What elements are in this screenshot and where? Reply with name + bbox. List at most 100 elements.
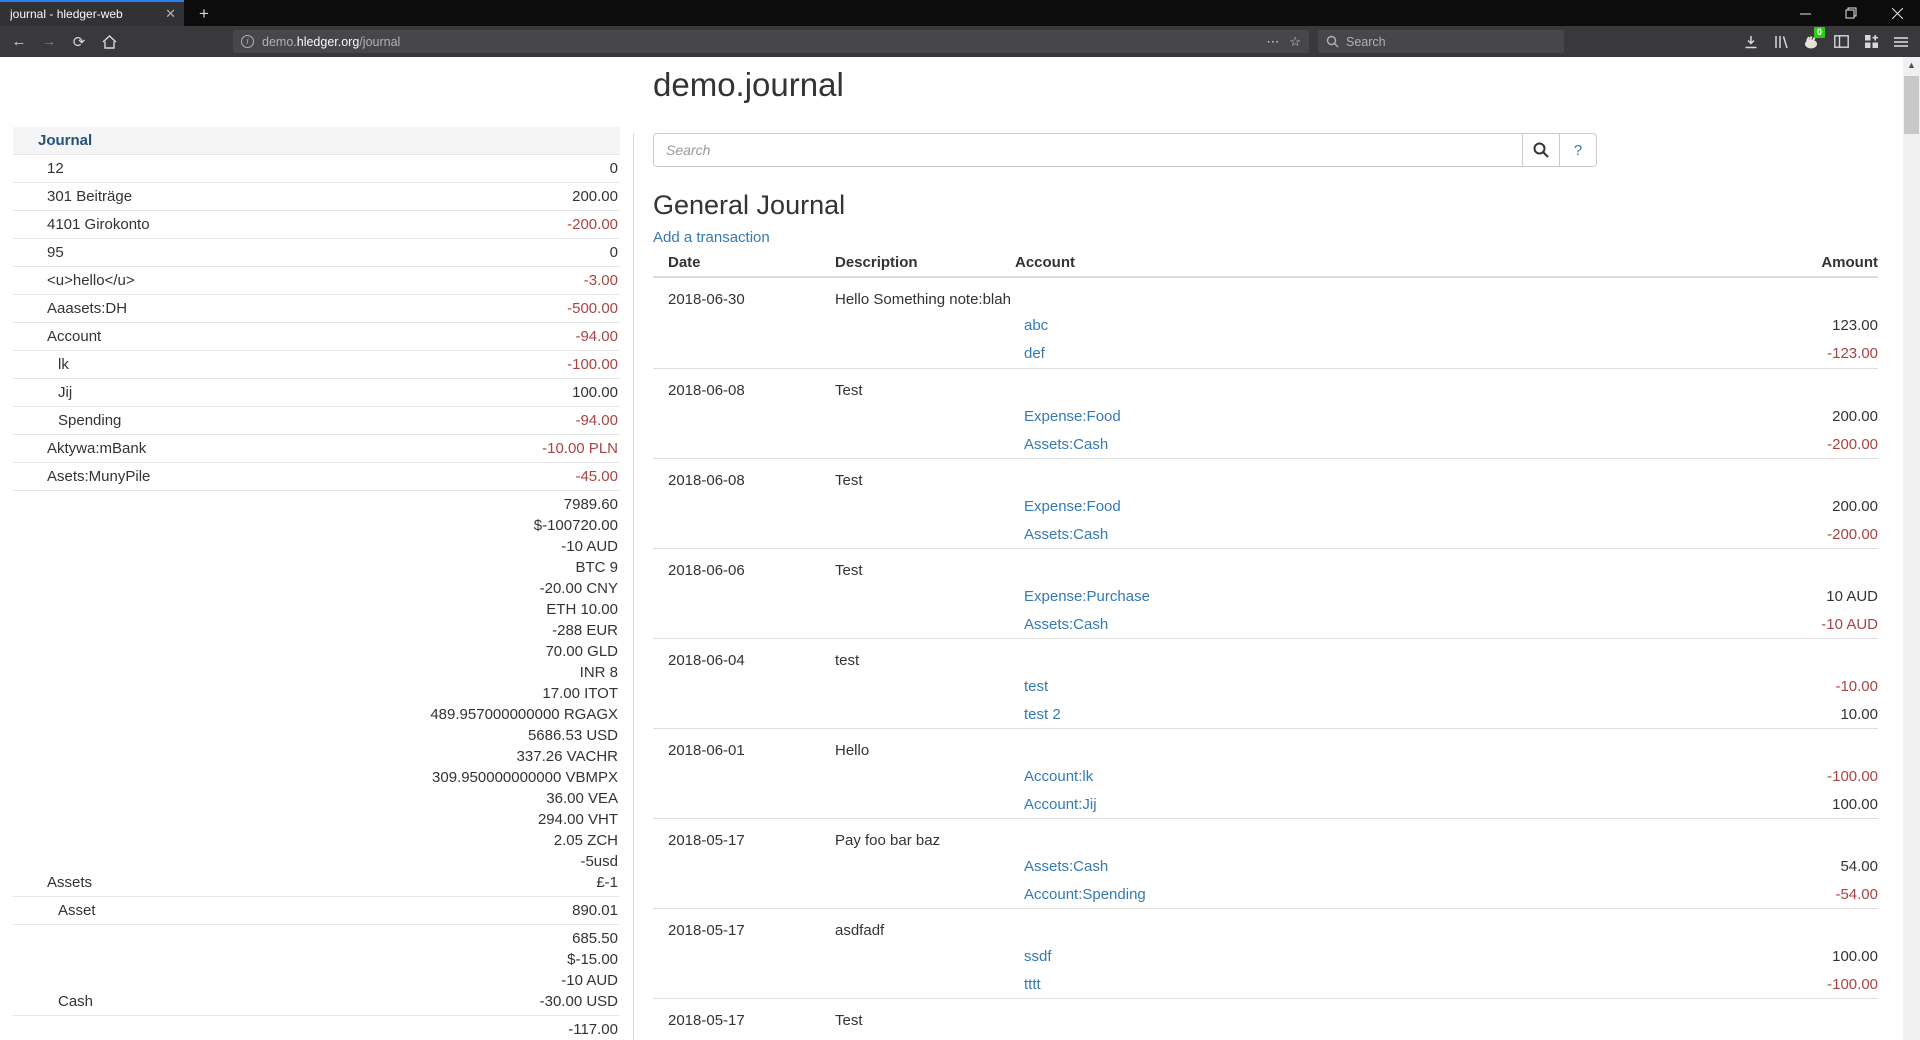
add-transaction-link[interactable]: Add a transaction (653, 229, 770, 246)
transaction-row[interactable]: 2018-06-01HelloAccount:lk-100.00Account:… (653, 728, 1878, 818)
sidebar-account-link[interactable]: 12 (13, 158, 610, 179)
sidebar-account-row: <u>hello</u>-3.00 (13, 267, 620, 295)
forward-button[interactable]: → (34, 33, 64, 50)
scrollbar-thumb[interactable] (1904, 76, 1919, 134)
downloads-button[interactable] (1736, 29, 1766, 54)
close-button[interactable] (1874, 0, 1920, 26)
sidebar-account-link[interactable]: Assets (13, 872, 430, 893)
posting-amount: -200.00 (1827, 431, 1878, 459)
sidebar-account-row: 120 (13, 155, 620, 183)
search-input[interactable] (653, 133, 1523, 167)
sidebar-account-balance: 200.00 (572, 186, 618, 207)
sidebar-account-balance: -3.00 (584, 270, 618, 291)
transaction-row[interactable]: 2018-05-17asdfadfssdf100.00tttt-100.00 (653, 908, 1878, 998)
transaction-summary: 2018-06-06Test (653, 549, 1878, 583)
balance-amount: 685.50 (540, 928, 618, 949)
balance-amount: -45.00 (575, 466, 618, 487)
sidebar-account-link[interactable]: 301 Beiträge (13, 186, 572, 207)
transaction-row[interactable]: 2018-05-17Test (653, 998, 1878, 1040)
posting-account-link[interactable]: test 2 (1024, 701, 1061, 729)
sidebar-account-balance: 685.50$-15.00-10 AUD-30.00 USD (540, 928, 618, 1012)
sidebar-account-balance: -45.00 (575, 466, 618, 487)
sidebar-account-link[interactable]: lk (13, 354, 567, 375)
tab-close-icon[interactable]: ✕ (165, 6, 176, 22)
sidebar-toggle-button[interactable] (1826, 29, 1856, 54)
sidebar-account-link[interactable]: Spending (13, 410, 575, 431)
sidebar-account-link[interactable]: Account (13, 326, 575, 347)
sidebar-account-row: Asets:MunyPile-45.00 (13, 463, 620, 491)
page-scrollbar[interactable]: ▲ (1903, 57, 1920, 1040)
posting-account-link[interactable]: Expense:Purchase (1024, 583, 1150, 611)
minimize-button[interactable] (1782, 0, 1828, 26)
scroll-up-icon[interactable]: ▲ (1903, 57, 1920, 73)
adblock-extension-icon[interactable]: 0 (1796, 29, 1826, 54)
sidebar-account-balance: 0 (610, 242, 618, 263)
sidebar-journal-row[interactable]: Journal (13, 127, 620, 155)
balance-amount: 337.26 VACHR (430, 746, 618, 767)
posting-account-link[interactable]: Assets:Cash (1024, 431, 1108, 459)
sidebar-account-row: 950 (13, 239, 620, 267)
search-help-button[interactable]: ? (1560, 133, 1597, 167)
sidebar-account-row: Cash685.50$-15.00-10 AUD-30.00 USD (13, 925, 620, 1016)
posting-account-link[interactable]: ssdf (1024, 943, 1052, 971)
posting-account-link[interactable]: Account:Jij (1024, 791, 1097, 819)
sidebar-account-link[interactable]: Asets:MunyPile (13, 466, 575, 487)
balance-amount: -117.00 (568, 1019, 618, 1040)
sidebar-account-link[interactable]: Aaasets:DH (13, 298, 567, 319)
sidebar-account-link[interactable]: 95 (13, 242, 610, 263)
library-button[interactable] (1766, 29, 1796, 54)
site-info-icon[interactable]: i (241, 35, 254, 48)
sidebar-account-row: Aaasets:DH-500.00 (13, 295, 620, 323)
transaction-description: Test (835, 472, 863, 489)
url-bar[interactable]: i demo.hledger.org/journal ⋯ ☆ (233, 30, 1309, 53)
transaction-row[interactable]: 2018-06-30Hello Something note:blahabc12… (653, 278, 1878, 368)
transaction-date: 2018-06-08 (668, 472, 745, 489)
sidebar-journal-link[interactable]: Journal (13, 130, 618, 151)
posting-account-link[interactable]: def (1024, 340, 1045, 368)
posting-amount: -200.00 (1827, 521, 1878, 549)
activity-grid-button[interactable] (1856, 29, 1886, 54)
sidebar-account-link[interactable]: Aktywa:mBank (13, 438, 542, 459)
posting-account-link[interactable]: Assets:Cash (1024, 853, 1108, 881)
posting-account-link[interactable]: Expense:Food (1024, 493, 1121, 521)
posting-row: Assets:Cash -200.00 (1024, 431, 1878, 459)
browser-window: journal - hledger-web ✕ + ← → ⟳ (0, 0, 1920, 1040)
sidebar-account-row: Account-94.00 (13, 323, 620, 351)
page-actions-icon[interactable]: ⋯ (1266, 34, 1279, 50)
sidebar-account-link[interactable]: Cash (13, 991, 540, 1012)
browser-tab[interactable]: journal - hledger-web ✕ (0, 0, 184, 26)
restore-button[interactable] (1828, 0, 1874, 26)
posting-account-link[interactable]: Account:Spending (1024, 881, 1146, 909)
transaction-row[interactable]: 2018-06-08TestExpense:Food200.00Assets:C… (653, 368, 1878, 458)
back-button[interactable]: ← (4, 33, 34, 50)
bookmark-star-icon[interactable]: ☆ (1289, 34, 1301, 50)
posting-account-link[interactable]: test (1024, 673, 1048, 701)
transaction-description: Test (835, 562, 863, 579)
posting-account-link[interactable]: Assets:Cash (1024, 521, 1108, 549)
sidebar-account-link[interactable]: <u>hello</u> (13, 270, 584, 291)
posting-amount: 200.00 (1832, 403, 1878, 431)
transaction-row[interactable]: 2018-05-17Pay foo bar bazAssets:Cash54.0… (653, 818, 1878, 908)
sidebar-account-link[interactable]: Jij (13, 382, 572, 403)
transaction-row[interactable]: 2018-06-08TestExpense:Food200.00Assets:C… (653, 458, 1878, 548)
download-icon (1744, 35, 1758, 49)
balance-amount: £-1 (430, 872, 618, 893)
posting-account-link[interactable]: Assets:Cash (1024, 611, 1108, 639)
new-tab-button[interactable]: + (192, 2, 216, 26)
transaction-row[interactable]: 2018-06-04testtest-10.00test 210.00 (653, 638, 1878, 728)
menu-button[interactable] (1886, 29, 1916, 54)
transaction-row[interactable]: 2018-06-06TestExpense:Purchase10 AUDAsse… (653, 548, 1878, 638)
chrome-search-bar[interactable]: Search (1318, 30, 1564, 53)
sidebar-account-balance: -94.00 (575, 326, 618, 347)
posting-account-link[interactable]: Account:lk (1024, 763, 1093, 791)
sidebar-account-link[interactable]: 4101 Girokonto (13, 214, 567, 235)
journal-table-body: 2018-06-30Hello Something note:blahabc12… (653, 278, 1878, 1040)
search-submit-button[interactable] (1523, 133, 1560, 167)
sidebar-account-link[interactable]: Asset (13, 900, 572, 921)
home-button[interactable] (94, 33, 124, 50)
posting-account-link[interactable]: Expense:Food (1024, 403, 1121, 431)
reload-button[interactable]: ⟳ (64, 33, 94, 51)
balance-amount: INR 8 (430, 662, 618, 683)
posting-account-link[interactable]: abc (1024, 312, 1048, 340)
posting-account-link[interactable]: tttt (1024, 971, 1041, 999)
